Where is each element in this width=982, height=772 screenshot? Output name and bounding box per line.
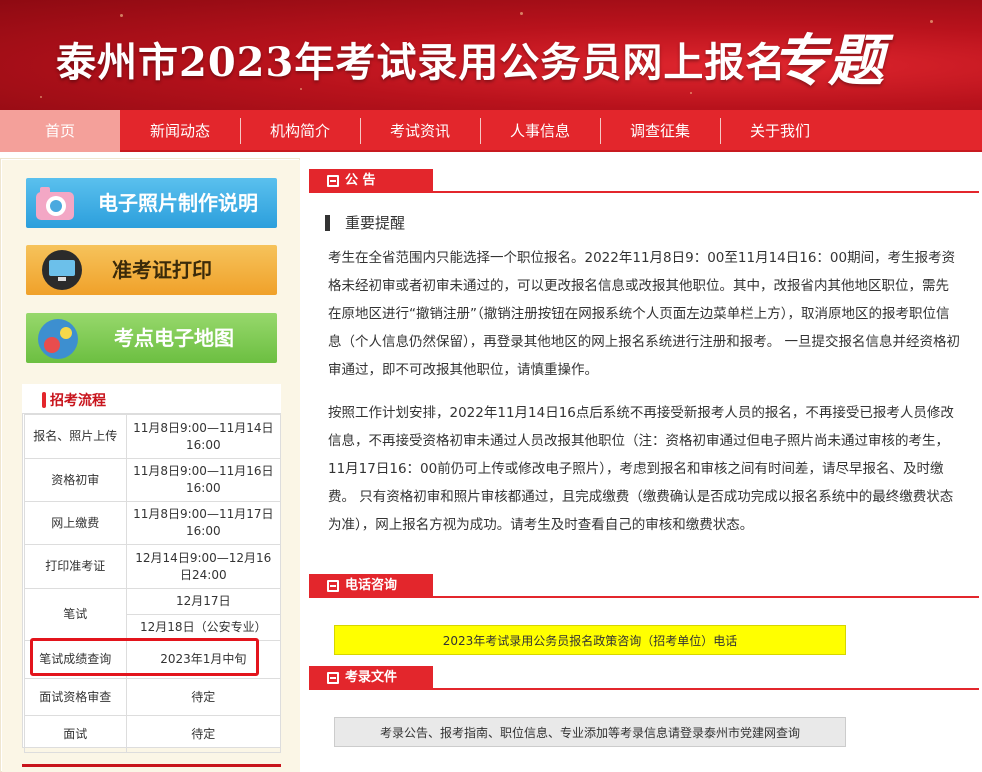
photo-guide-button[interactable]: 电子照片制作说明 bbox=[26, 178, 277, 228]
header-banner: 泰州市2023年考试录用公务员网上报名 专题 bbox=[0, 0, 982, 110]
process-header: 招考流程 bbox=[22, 384, 281, 414]
notice-section-header: 公 告 bbox=[309, 169, 979, 193]
process-title: 招考流程 bbox=[50, 393, 106, 409]
heading-marker-icon bbox=[325, 215, 330, 231]
docs-tab: 考录文件 bbox=[309, 666, 433, 690]
notice-paragraph-1: 考生在全省范围内只能选择一个职位报名。2022年11月8日9：00至11月14日… bbox=[328, 250, 961, 378]
phone-tab-label: 电话咨询 bbox=[345, 578, 398, 593]
exam-map-label: 考点电子地图 bbox=[114, 326, 234, 350]
notice-tab: 公 告 bbox=[309, 169, 433, 193]
phone-consult-link[interactable]: 2023年考试录用公务员报名政策咨询（招考单位）电话 bbox=[334, 625, 846, 655]
score-query-highlight bbox=[30, 638, 259, 676]
left-bottom-rule bbox=[22, 764, 281, 772]
main-nav: 首页 新闻动态 机构简介 考试资讯 人事信息 调查征集 关于我们 bbox=[0, 110, 982, 152]
nav-home[interactable]: 首页 bbox=[0, 110, 120, 152]
table-row: 资格初审 11月8日9:00—11月16日16:00 bbox=[24, 458, 282, 502]
process-time: 11月8日9:00—11月17日16:00 bbox=[125, 501, 282, 545]
table-row: 面试 待定 bbox=[24, 715, 282, 753]
process-time: 12月17日 bbox=[125, 588, 282, 615]
table-row: 面试资格审查 待定 bbox=[24, 678, 282, 716]
nav-news[interactable]: 新闻动态 bbox=[120, 110, 240, 152]
process-marker-icon bbox=[42, 392, 46, 408]
exam-map-button[interactable]: 考点电子地图 bbox=[26, 313, 277, 363]
process-step: 资格初审 bbox=[24, 458, 127, 502]
process-time: 待定 bbox=[125, 715, 282, 753]
process-step: 面试资格审查 bbox=[24, 678, 127, 716]
nav-about-us[interactable]: 关于我们 bbox=[720, 110, 840, 152]
admission-ticket-button[interactable]: 准考证打印 bbox=[26, 245, 277, 295]
photo-guide-label: 电子照片制作说明 bbox=[98, 191, 258, 215]
phone-section-header: 电话咨询 bbox=[309, 574, 979, 598]
section-icon bbox=[327, 580, 339, 592]
phone-tab: 电话咨询 bbox=[309, 574, 433, 598]
process-step: 报名、照片上传 bbox=[24, 414, 127, 459]
docs-link[interactable]: 考录公告、报考指南、职位信息、专业添加等考录信息请登录泰州市党建网查询 bbox=[334, 717, 846, 747]
process-time: 12月14日9:00—12月16日24:00 bbox=[125, 544, 282, 589]
table-row: 报名、照片上传 11月8日9:00—11月14日16:00 bbox=[24, 414, 282, 459]
camera-icon bbox=[36, 187, 74, 220]
nav-about-org[interactable]: 机构简介 bbox=[240, 110, 360, 152]
process-step: 笔试 bbox=[24, 588, 127, 641]
process-time: 11月8日9:00—11月16日16:00 bbox=[125, 458, 282, 502]
nav-survey[interactable]: 调查征集 bbox=[600, 110, 720, 152]
site-title-accent: 专题 bbox=[772, 28, 884, 94]
admission-ticket-label: 准考证打印 bbox=[112, 258, 212, 282]
docs-section-header: 考录文件 bbox=[309, 666, 979, 690]
table-row: 网上缴费 11月8日9:00—11月17日16:00 bbox=[24, 501, 282, 545]
notice-tab-label: 公 告 bbox=[345, 173, 376, 188]
section-icon bbox=[327, 672, 339, 684]
process-table: 报名、照片上传 11月8日9:00—11月14日16:00 资格初审 11月8日… bbox=[24, 414, 282, 753]
docs-tab-label: 考录文件 bbox=[345, 670, 398, 685]
process-step: 面试 bbox=[24, 715, 127, 753]
table-row: 笔试 12月17日 bbox=[24, 588, 282, 641]
process-time: 11月8日9:00—11月14日16:00 bbox=[125, 414, 282, 459]
notice-paragraph-2: 按照工作计划安排，2022年11月14日16点后系统不再接受新报考人员的报名，不… bbox=[328, 405, 954, 533]
section-icon bbox=[327, 175, 339, 187]
table-row: 打印准考证 12月14日9:00—12月16日24:00 bbox=[24, 544, 282, 589]
notice-heading-text: 重要提醒 bbox=[345, 214, 406, 232]
site-title: 泰州市2023年考试录用公务员网上报名 bbox=[56, 39, 787, 86]
process-step: 网上缴费 bbox=[24, 501, 127, 545]
process-time: 待定 bbox=[125, 678, 282, 716]
monitor-icon bbox=[42, 250, 82, 290]
process-time-secondary: 12月18日（公安专业） bbox=[125, 614, 282, 641]
nav-personnel[interactable]: 人事信息 bbox=[480, 110, 600, 152]
process-step: 打印准考证 bbox=[24, 544, 127, 589]
map-icon bbox=[38, 319, 78, 359]
nav-exam-info[interactable]: 考试资讯 bbox=[360, 110, 480, 152]
